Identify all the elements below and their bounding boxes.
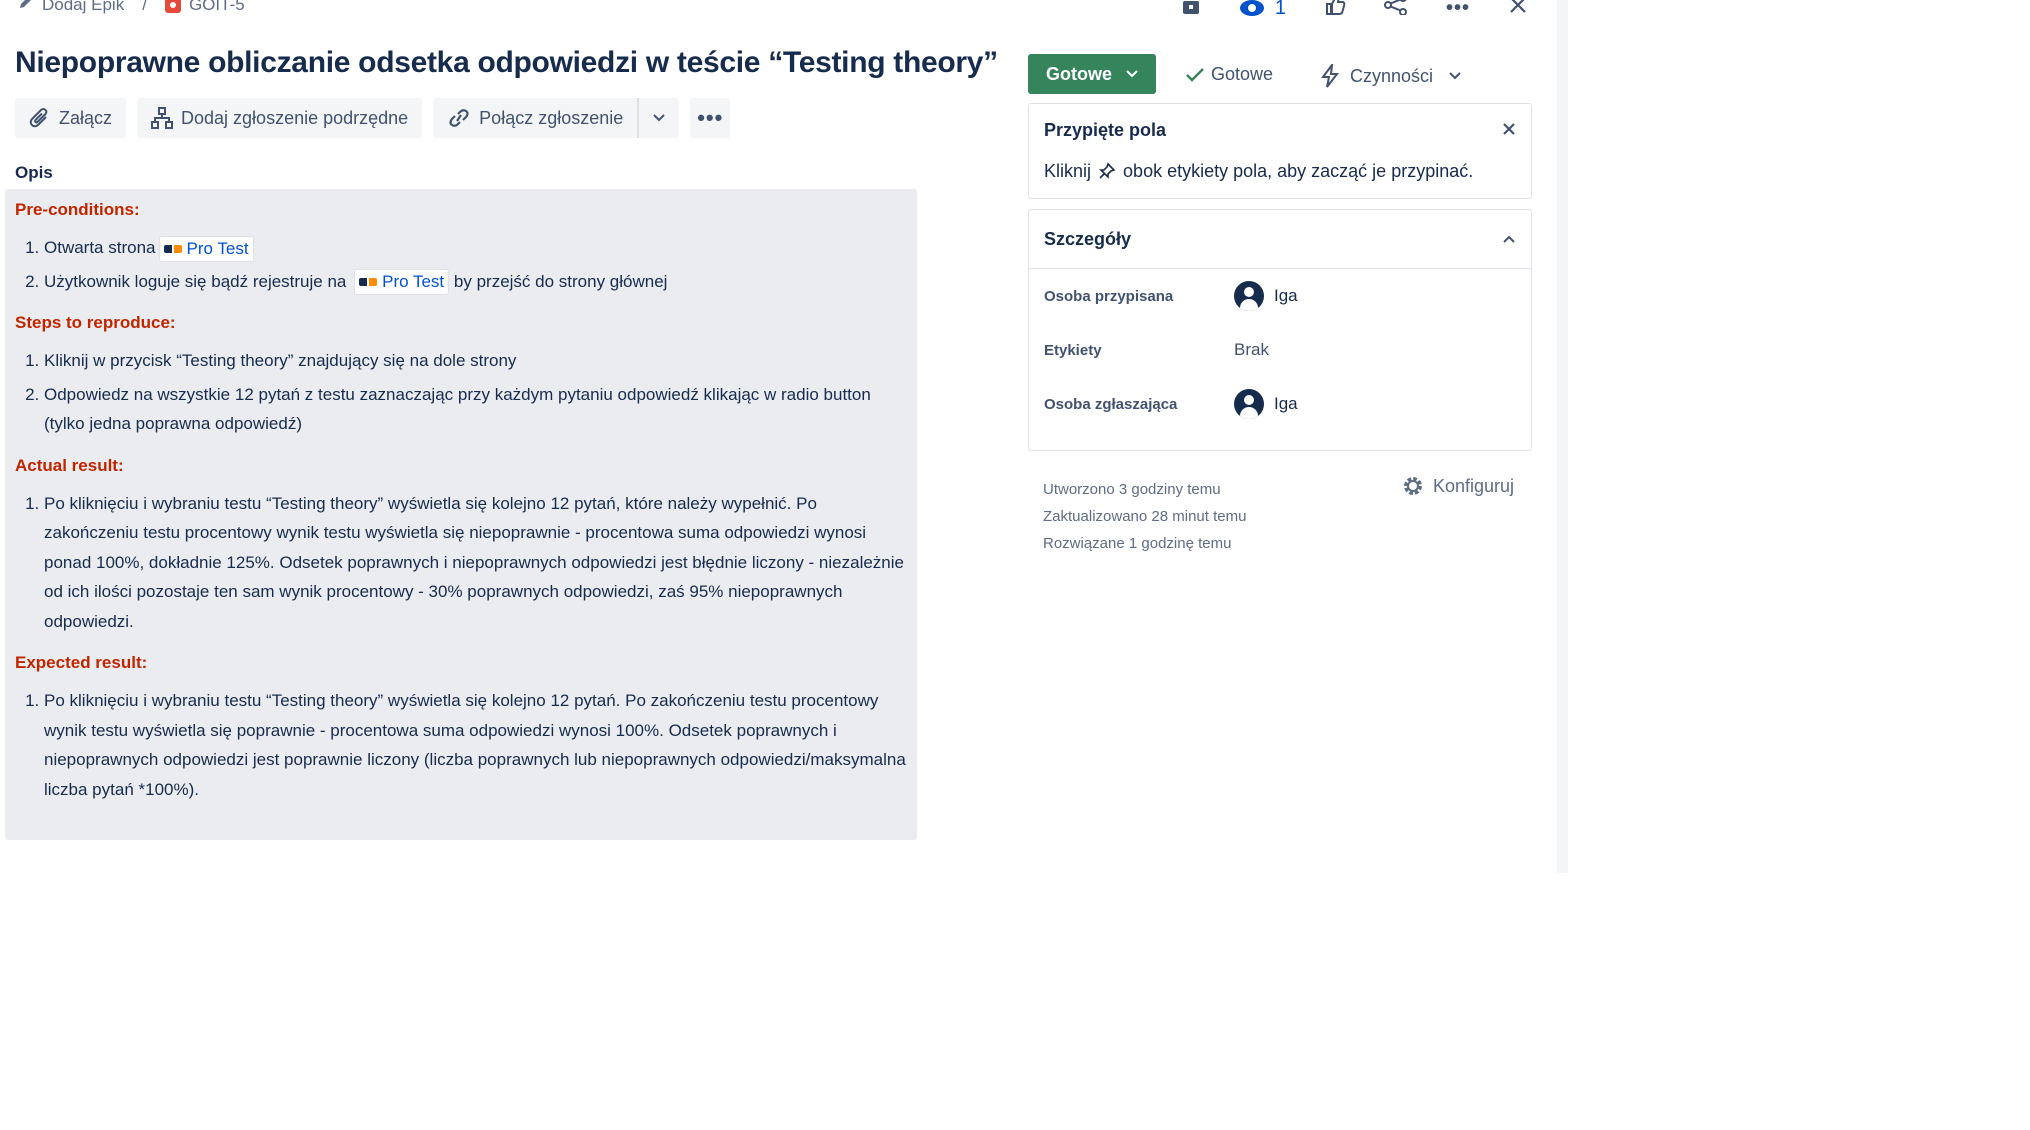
preconditions-heading: Pre-conditions: xyxy=(15,200,140,219)
status-dropdown[interactable]: Gotowe xyxy=(1028,54,1156,94)
list-item: Po kliknięciu i wybraniu testu “Testing … xyxy=(44,489,907,637)
pro-test-link-label: Pro Test xyxy=(382,272,445,292)
description-content[interactable]: Pre-conditions: Otwarta strona Pro Test U… xyxy=(5,189,917,840)
pro-test-link[interactable]: Pro Test xyxy=(354,269,450,296)
attach-button[interactable]: Załącz xyxy=(15,98,127,138)
add-child-issue-button[interactable]: Dodaj zgłoszenie podrzędne xyxy=(137,98,423,138)
more-icon: ••• xyxy=(697,105,724,130)
avatar xyxy=(1234,281,1264,311)
actions-label: Czynności xyxy=(1350,65,1434,86)
chevron-down-icon xyxy=(1449,72,1461,80)
reporter-row: Osoba zgłaszająca Iga xyxy=(1029,377,1531,431)
configure-button[interactable]: Konfiguruj xyxy=(1401,474,1514,498)
labels-value[interactable]: Brak xyxy=(1234,340,1269,360)
created-date: Utworzono 3 godziny temu xyxy=(1043,481,1221,498)
bug-icon xyxy=(164,0,181,13)
issue-toolbar: Załącz Dodaj zgłoszenie podrzędne Połącz… xyxy=(15,98,731,138)
assignee-field[interactable]: Iga xyxy=(1234,281,1298,311)
reporter-label: Osoba zgłaszająca xyxy=(1044,395,1178,413)
avatar xyxy=(1234,389,1264,419)
pro-test-logo-icon xyxy=(163,244,182,253)
watch-button[interactable]: 1 xyxy=(1239,0,1286,20)
details-panel: Szczegóły Osoba przypisana Iga Etykiety … xyxy=(1028,209,1532,451)
expected-result-list: Po kliknięciu i wybraniu testu “Testing … xyxy=(15,686,907,804)
close-icon[interactable] xyxy=(1502,120,1516,141)
link-issue-dropdown[interactable] xyxy=(639,113,679,123)
issue-top-actions: 1 ••• xyxy=(1181,0,1528,22)
list-item: Po kliknięciu i wybraniu testu “Testing … xyxy=(44,686,907,804)
preconditions-list: Otwarta strona Pro Test Użytkownik loguje… xyxy=(15,233,907,296)
breadcrumb-separator: / xyxy=(142,0,147,14)
issue-key-link[interactable]: GOIT-5 xyxy=(189,0,245,15)
pro-test-link-label: Pro Test xyxy=(186,238,249,258)
resolution-label: Gotowe xyxy=(1211,64,1274,84)
scrollbar-track[interactable] xyxy=(1557,0,1568,873)
add-epic-link[interactable]: Dodaj Epik xyxy=(42,0,124,15)
more-toolbar-button[interactable]: ••• xyxy=(690,98,731,138)
steps-list: Kliknij w przycisk “Testing theory” znaj… xyxy=(15,346,907,439)
pencil-icon xyxy=(18,0,34,15)
labels-row: Etykiety Brak xyxy=(1029,323,1531,377)
link-icon xyxy=(449,109,469,127)
details-title: Szczegóły xyxy=(1044,228,1132,249)
steps-heading: Steps to reproduce: xyxy=(15,313,176,332)
pinned-hint-text: Kliknij xyxy=(1044,161,1092,181)
pinned-hint-text: obok etykiety pola, aby zacząć je przypi… xyxy=(1123,161,1474,181)
more-actions-icon[interactable]: ••• xyxy=(1446,0,1470,20)
like-icon[interactable] xyxy=(1324,0,1346,22)
chevron-down-icon xyxy=(653,114,665,122)
assignee-label: Osoba przypisana xyxy=(1044,287,1174,305)
check-icon xyxy=(1186,67,1204,82)
reporter-field[interactable]: Iga xyxy=(1234,389,1298,419)
link-issue-label: Połącz zgłoszenie xyxy=(479,107,624,128)
expected-result-heading: Expected result: xyxy=(15,653,148,672)
details-header[interactable]: Szczegóły xyxy=(1029,210,1531,269)
list-item: Kliknij w przycisk “Testing theory” znaj… xyxy=(44,346,907,376)
list-item: Odpowiedz na wszystkie 12 pytań z testu … xyxy=(44,380,907,439)
actions-dropdown[interactable]: Czynności xyxy=(1320,64,1461,88)
actual-result-heading: Actual result: xyxy=(15,455,124,475)
pro-test-link[interactable]: Pro Test xyxy=(158,235,254,262)
eye-icon xyxy=(1239,0,1264,16)
link-issue-button-group: Połącz zgłoszenie xyxy=(433,98,680,138)
paperclip-icon xyxy=(29,108,48,128)
actual-result-list: Po kliknięciu i wybraniu testu “Testing … xyxy=(15,489,907,637)
list-item-text: by przejść do strony głównej xyxy=(453,271,668,291)
list-item: Otwarta strona Pro Test xyxy=(44,233,907,263)
reporter-value: Iga xyxy=(1274,394,1298,413)
list-item-text: Otwarta strona xyxy=(44,238,156,257)
chevron-down-icon xyxy=(1126,70,1138,78)
lock-icon[interactable] xyxy=(1181,0,1201,21)
pro-test-logo-icon xyxy=(359,278,378,287)
labels-label: Etykiety xyxy=(1044,341,1102,359)
resolution-status: Gotowe xyxy=(1185,64,1273,85)
configure-label: Konfiguruj xyxy=(1433,475,1515,496)
lightning-icon xyxy=(1321,64,1340,88)
hierarchy-icon xyxy=(151,107,174,129)
issue-title[interactable]: Niepoprawne obliczanie odsetka odpowiedz… xyxy=(15,46,998,80)
chevron-up-icon xyxy=(1503,235,1515,243)
watchers-count: 1 xyxy=(1274,0,1286,19)
gear-icon xyxy=(1404,477,1422,495)
issue-dates: Utworzono 3 godziny temu Zaktualizowano … xyxy=(1043,476,1246,557)
assignee-value: Iga xyxy=(1274,286,1298,305)
share-icon[interactable] xyxy=(1383,0,1408,21)
pinned-fields-title: Przypięte pola xyxy=(1044,120,1167,140)
pin-icon xyxy=(1099,162,1116,179)
list-item-text: Użytkownik loguje się bądź rejestruje na xyxy=(44,271,347,291)
link-issue-button[interactable]: Połącz zgłoszenie xyxy=(433,98,640,138)
pinned-fields-panel: Przypięte pola Kliknij obok etykiety pol… xyxy=(1028,103,1532,199)
attach-label: Załącz xyxy=(59,107,113,128)
breadcrumb: Dodaj Epik / GOIT-5 xyxy=(18,0,245,15)
assignee-row: Osoba przypisana Iga xyxy=(1029,269,1531,323)
pinned-fields-hint: Kliknij obok etykiety pola, aby zacząć j… xyxy=(1044,161,1516,182)
list-item: Użytkownik loguje się bądź rejestruje na… xyxy=(44,267,907,297)
status-label: Gotowe xyxy=(1046,63,1112,84)
updated-date: Zaktualizowano 28 minut temu xyxy=(1043,508,1247,525)
add-child-label: Dodaj zgłoszenie podrzędne xyxy=(181,107,409,128)
close-icon[interactable] xyxy=(1508,0,1528,21)
description-label: Opis xyxy=(15,163,53,182)
resolved-date: Rozwiązane 1 godzinę temu xyxy=(1043,535,1232,552)
